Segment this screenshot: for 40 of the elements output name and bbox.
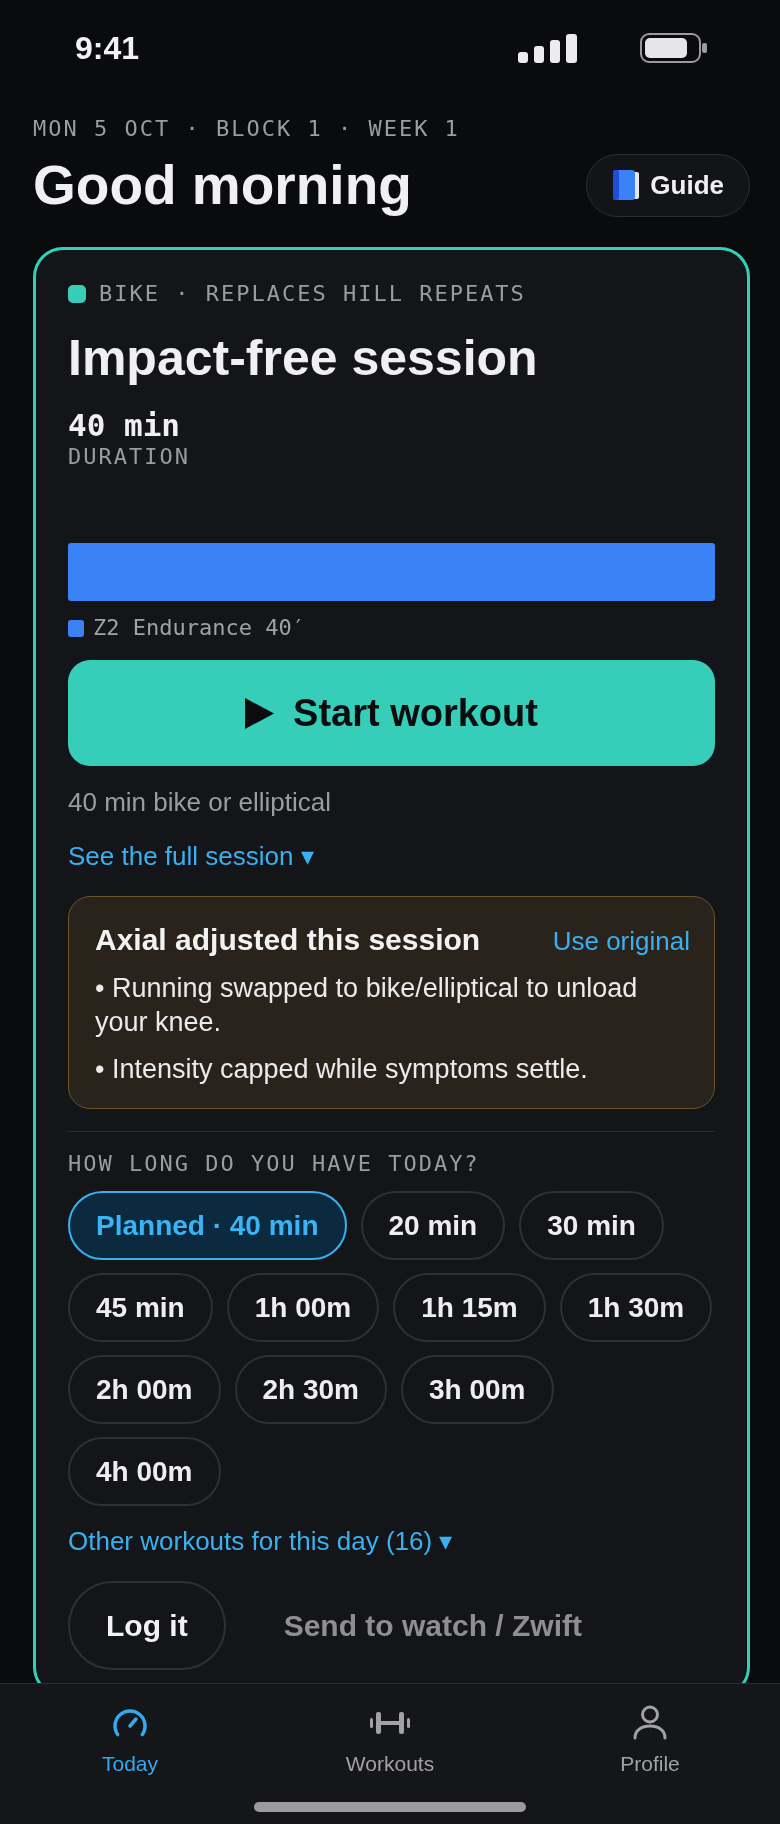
battery-icon bbox=[640, 33, 707, 63]
duration-chip[interactable]: 2h 30m bbox=[234, 1355, 387, 1424]
play-icon bbox=[245, 697, 275, 729]
signal-icon bbox=[518, 33, 578, 63]
session-tag: BIKE · REPLACES HILL REPEATS bbox=[99, 280, 526, 308]
duration-prompt: HOW LONG DO YOU HAVE TODAY? bbox=[68, 1150, 481, 1178]
duration-chip[interactable]: Planned · 40 min bbox=[68, 1191, 347, 1260]
duration-chip[interactable]: 1h 30m bbox=[559, 1273, 713, 1342]
duration-chip[interactable]: 3h 00m bbox=[401, 1355, 554, 1424]
duration-chip[interactable]: 2h 00m bbox=[68, 1355, 221, 1424]
nav-tab[interactable]: Workouts bbox=[335, 1705, 445, 1777]
log-it-button[interactable]: Log it bbox=[68, 1581, 226, 1670]
full-session-link[interactable]: See the full session ▾ bbox=[68, 839, 314, 873]
book-icon bbox=[613, 170, 640, 200]
nav-tab[interactable]: Profile bbox=[610, 1705, 690, 1777]
session-summary: 40 min bike or elliptical bbox=[68, 786, 332, 819]
status-time: 9:41 bbox=[75, 29, 140, 68]
zone-label: Z2 Endurance 40′ bbox=[93, 614, 305, 642]
person-icon bbox=[633, 1705, 667, 1740]
adjustment-note: • Intensity capped while symptoms settle. bbox=[95, 1053, 589, 1086]
session-title: Impact-free session bbox=[68, 329, 539, 388]
duration-chip[interactable]: 30 min bbox=[519, 1191, 664, 1260]
use-original-link[interactable]: Use original bbox=[552, 922, 690, 960]
adjustment-note: • Running swapped to bike/elliptical to unload your knee. bbox=[95, 972, 639, 1039]
adjustment-title: Axial adjusted this session bbox=[95, 922, 481, 958]
duration-chip[interactable]: 1h 00m bbox=[226, 1273, 380, 1342]
dumbbell-icon bbox=[370, 1711, 410, 1734]
gauge-icon bbox=[111, 1707, 149, 1738]
other-workouts-link[interactable]: Other workouts for this day (16) ▾ bbox=[68, 1524, 453, 1558]
duration-chip[interactable]: 1h 15m bbox=[393, 1273, 546, 1342]
stat-label: DURATION bbox=[68, 443, 190, 471]
guide-button[interactable]: Guide bbox=[586, 153, 750, 217]
duration-chip[interactable]: 4h 00m bbox=[68, 1437, 221, 1506]
duration-chip[interactable]: 45 min bbox=[68, 1273, 213, 1342]
date-line: MON 5 OCT · BLOCK 1 · WEEK 1 bbox=[33, 115, 461, 143]
start-workout-button[interactable]: Start workout bbox=[68, 660, 715, 766]
nav-tab[interactable]: Today bbox=[91, 1705, 168, 1777]
greeting-title: Good morning bbox=[33, 153, 412, 217]
duration-chip[interactable]: 20 min bbox=[360, 1191, 506, 1260]
stat-value: 40 min bbox=[68, 407, 181, 443]
